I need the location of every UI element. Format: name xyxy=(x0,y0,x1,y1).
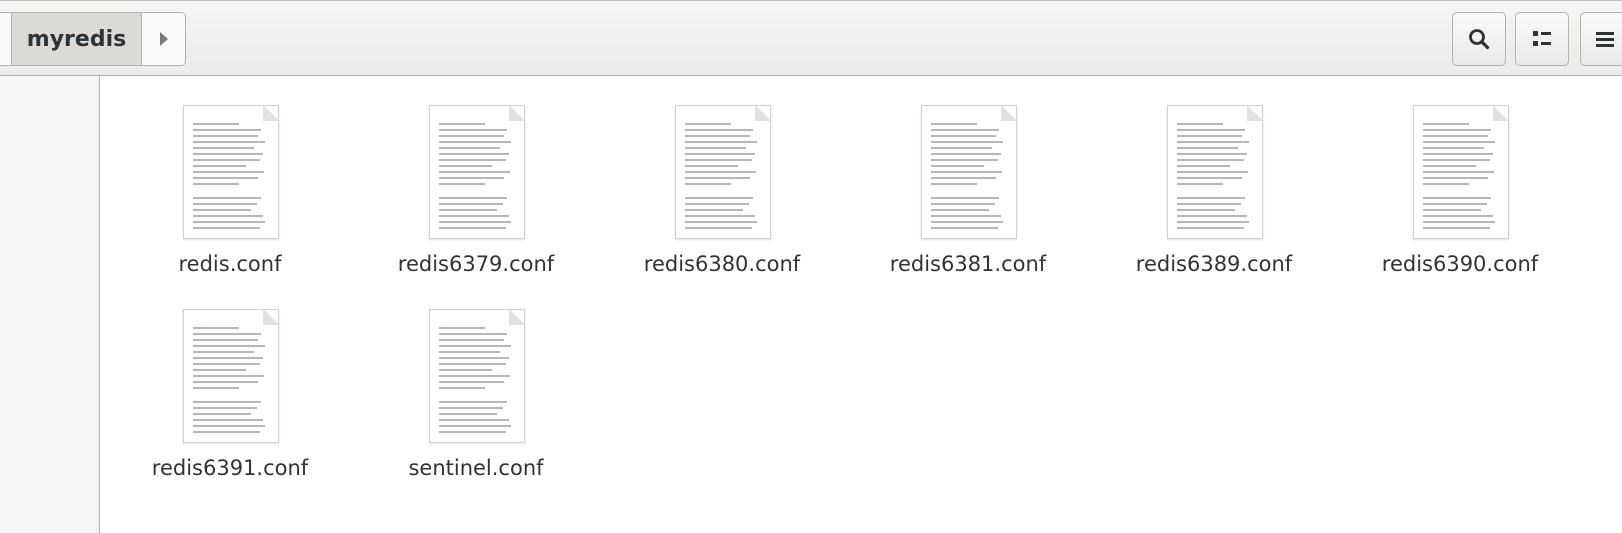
file-item[interactable]: redis6380.conf xyxy=(602,76,842,276)
path-segment-previous[interactable] xyxy=(0,13,12,65)
text-file-icon xyxy=(1413,105,1509,239)
text-file-icon xyxy=(1167,105,1263,239)
text-file-icon xyxy=(429,309,525,443)
file-grid: redis.conf redis6379.conf redis6380.conf… xyxy=(100,76,1622,533)
path-bar: myredis xyxy=(0,12,186,66)
hamburger-menu-icon xyxy=(1596,32,1614,47)
file-item[interactable]: redis6389.conf xyxy=(1094,76,1334,276)
file-name-label: redis6391.conf xyxy=(151,456,309,480)
file-item[interactable]: redis6379.conf xyxy=(356,76,596,276)
text-file-icon xyxy=(675,105,771,239)
text-file-icon xyxy=(429,105,525,239)
text-file-icon xyxy=(183,105,279,239)
path-forward-button[interactable] xyxy=(142,13,185,65)
text-file-icon xyxy=(921,105,1017,239)
view-toggle-button[interactable] xyxy=(1515,12,1569,66)
file-item[interactable]: redis.conf xyxy=(110,76,350,276)
file-item[interactable]: redis6381.conf xyxy=(848,76,1088,276)
text-file-icon xyxy=(183,309,279,443)
header-bar: myredis xyxy=(0,0,1622,76)
file-name-label: redis6380.conf xyxy=(643,252,801,276)
file-item[interactable]: redis6390.conf xyxy=(1340,76,1580,276)
file-name-label: redis6389.conf xyxy=(1135,252,1293,276)
file-name-label: redis6379.conf xyxy=(397,252,555,276)
file-name-label: redis6381.conf xyxy=(889,252,1047,276)
list-view-icon xyxy=(1533,31,1551,46)
file-name-label: redis.conf xyxy=(178,252,282,276)
search-icon xyxy=(1469,29,1490,50)
arrow-right-icon xyxy=(159,32,168,46)
path-segment-current[interactable]: myredis xyxy=(12,13,142,65)
search-button[interactable] xyxy=(1452,12,1506,66)
file-item[interactable]: sentinel.conf xyxy=(356,280,596,480)
file-item[interactable]: redis6391.conf xyxy=(110,280,350,480)
main-menu-button[interactable] xyxy=(1580,12,1622,66)
sidebar xyxy=(0,76,100,533)
file-name-label: redis6390.conf xyxy=(1381,252,1539,276)
file-name-label: sentinel.conf xyxy=(408,456,544,480)
